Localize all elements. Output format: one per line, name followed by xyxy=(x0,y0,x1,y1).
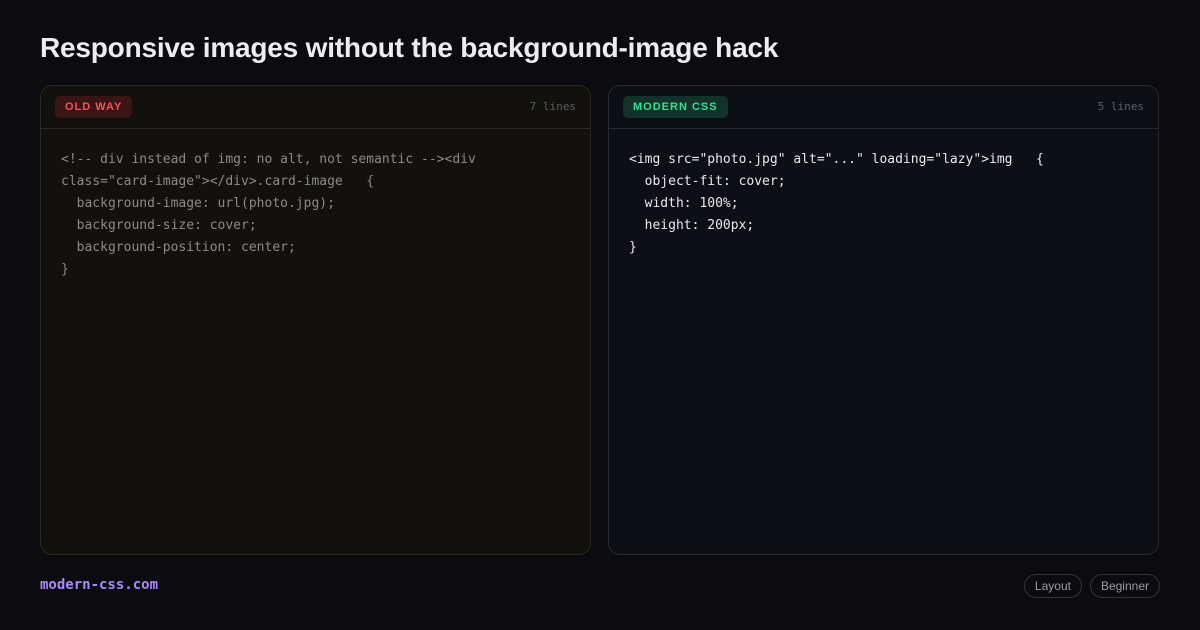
old-way-panel: OLD WAY 7 lines <!-- div instead of img:… xyxy=(40,85,591,555)
modern-css-badge: MODERN CSS xyxy=(623,96,728,118)
modern-css-code-block: <img src="photo.jpg" alt="..." loading="… xyxy=(629,152,1044,255)
modern-css-panel-header: MODERN CSS 5 lines xyxy=(609,86,1158,129)
page-title: Responsive images without the background… xyxy=(40,32,779,63)
old-way-code-block: <!-- div instead of img: no alt, not sem… xyxy=(61,152,476,277)
old-way-badge: OLD WAY xyxy=(55,96,133,118)
page: Responsive images without the background… xyxy=(0,0,1200,630)
modern-css-line-count: 5 lines xyxy=(1097,100,1144,113)
old-way-line-count: 7 lines xyxy=(529,100,576,113)
site-brand-link[interactable]: modern-css.com xyxy=(40,577,158,593)
modern-css-panel: MODERN CSS 5 lines <img src="photo.jpg" … xyxy=(608,85,1159,555)
old-way-panel-header: OLD WAY 7 lines xyxy=(41,86,590,129)
tag-list: Layout Beginner xyxy=(1023,574,1160,598)
tag-layout[interactable]: Layout xyxy=(1023,574,1082,598)
tag-beginner[interactable]: Beginner xyxy=(1089,574,1160,598)
